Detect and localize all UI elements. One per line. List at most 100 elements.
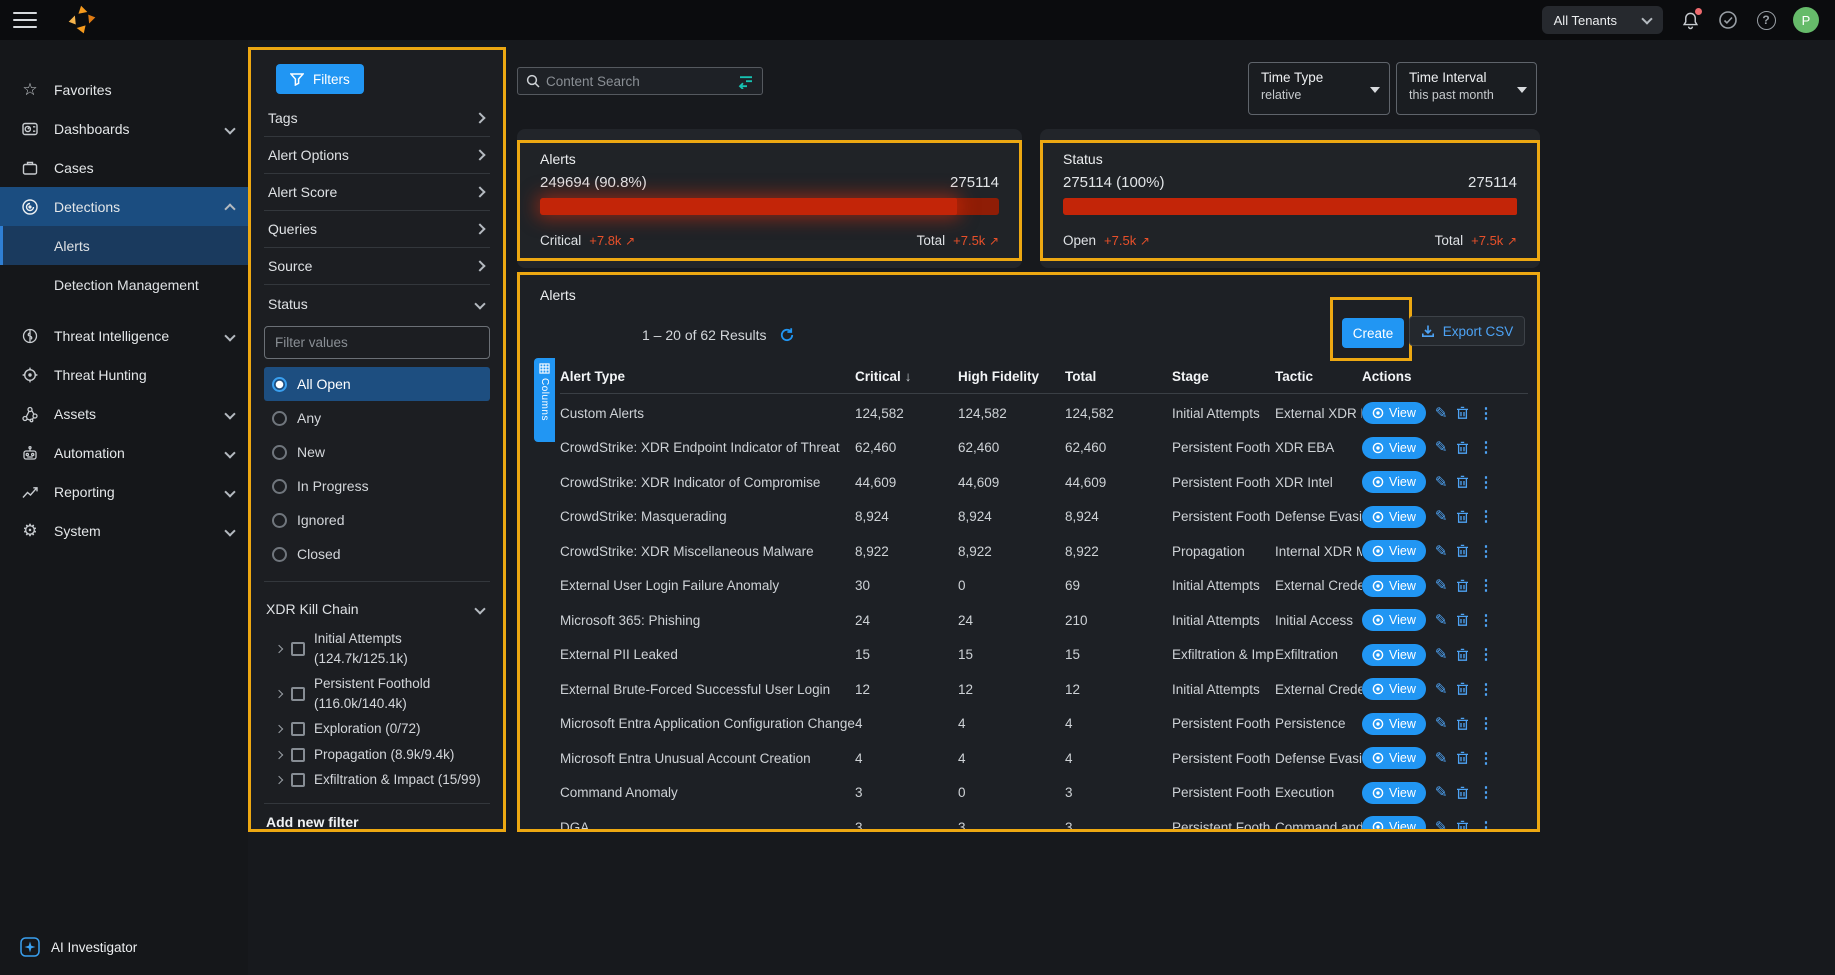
sidebar-item-dashboards[interactable]: Dashboards: [0, 109, 248, 148]
columns-tab[interactable]: Columns: [534, 358, 555, 442]
time-interval-dropdown[interactable]: Time Interval this past month: [1396, 62, 1537, 115]
checkbox-icon[interactable]: [291, 773, 305, 787]
delete-icon[interactable]: [1456, 648, 1469, 662]
more-actions-icon[interactable]: ⋮: [1478, 716, 1493, 731]
table-row[interactable]: DGA 3 3 3 Persistent Footh Command and C…: [560, 810, 1528, 832]
checkbox-icon[interactable]: [291, 687, 305, 701]
edit-icon[interactable]: ✎: [1435, 820, 1448, 832]
more-actions-icon[interactable]: ⋮: [1478, 613, 1493, 628]
status-option-new[interactable]: New: [264, 435, 490, 469]
checkbox-icon[interactable]: [291, 748, 305, 762]
column-header-critical[interactable]: Critical↓: [855, 369, 958, 384]
kill-chain-item-propagation[interactable]: Propagation (8.9k/9.4k): [264, 742, 490, 768]
status-option-closed[interactable]: Closed: [264, 537, 490, 571]
sidebar-item-threat-hunting[interactable]: Threat Hunting: [0, 355, 248, 394]
sidebar-item-detections[interactable]: Detections: [0, 187, 248, 226]
kill-chain-item-exfiltration-impact[interactable]: Exfiltration & Impact (15/99): [264, 767, 490, 793]
table-row[interactable]: Microsoft Entra Application Configuratio…: [560, 707, 1528, 742]
more-actions-icon[interactable]: ⋮: [1478, 475, 1493, 490]
more-actions-icon[interactable]: ⋮: [1478, 820, 1493, 832]
table-row[interactable]: CrowdStrike: XDR Endpoint Indicator of T…: [560, 431, 1528, 466]
edit-icon[interactable]: ✎: [1435, 509, 1448, 524]
delete-icon[interactable]: [1456, 441, 1469, 455]
status-option-all-open[interactable]: All Open: [264, 367, 490, 401]
delete-icon[interactable]: [1456, 682, 1469, 696]
sidebar-item-alerts[interactable]: Alerts: [0, 226, 248, 265]
delete-icon[interactable]: [1456, 475, 1469, 489]
filter-section-queries[interactable]: Queries: [264, 211, 490, 248]
edit-icon[interactable]: ✎: [1435, 440, 1448, 455]
expander-icon[interactable]: [275, 750, 283, 758]
table-row[interactable]: Microsoft 365: Phishing 24 24 210 Initia…: [560, 603, 1528, 638]
filter-values-input[interactable]: [264, 326, 490, 359]
user-avatar[interactable]: P: [1793, 7, 1819, 33]
view-button[interactable]: View: [1362, 471, 1426, 493]
table-row[interactable]: CrowdStrike: XDR Miscellaneous Malware 8…: [560, 534, 1528, 569]
more-actions-icon[interactable]: ⋮: [1478, 751, 1493, 766]
expander-icon[interactable]: [275, 725, 283, 733]
view-button[interactable]: View: [1362, 644, 1426, 666]
table-row[interactable]: CrowdStrike: XDR Indicator of Compromise…: [560, 465, 1528, 500]
edit-icon[interactable]: ✎: [1435, 578, 1448, 593]
query-builder-icon[interactable]: [737, 74, 754, 89]
sidebar-item-ai-investigator[interactable]: AI Investigator: [20, 937, 137, 957]
view-button[interactable]: View: [1362, 747, 1426, 769]
filter-section-xdr-kill-chain[interactable]: XDR Kill Chain: [264, 592, 490, 626]
more-actions-icon[interactable]: ⋮: [1478, 682, 1493, 697]
status-option-ignored[interactable]: Ignored: [264, 503, 490, 537]
more-actions-icon[interactable]: ⋮: [1478, 578, 1493, 593]
edit-icon[interactable]: ✎: [1435, 647, 1448, 662]
edit-icon[interactable]: ✎: [1435, 544, 1448, 559]
view-button[interactable]: View: [1362, 402, 1426, 424]
refresh-icon[interactable]: [779, 327, 795, 343]
view-button[interactable]: View: [1362, 575, 1426, 597]
sidebar-item-favorites[interactable]: ☆ Favorites: [0, 70, 248, 109]
view-button[interactable]: View: [1362, 506, 1426, 528]
delete-icon[interactable]: [1456, 820, 1469, 832]
tasks-button[interactable]: [1717, 9, 1739, 31]
more-actions-icon[interactable]: ⋮: [1478, 406, 1493, 421]
status-option-any[interactable]: Any: [264, 401, 490, 435]
view-button[interactable]: View: [1362, 816, 1426, 832]
table-row[interactable]: External User Login Failure Anomaly 30 0…: [560, 569, 1528, 604]
delete-icon[interactable]: [1456, 579, 1469, 593]
time-type-dropdown[interactable]: Time Type relative: [1248, 62, 1390, 115]
edit-icon[interactable]: ✎: [1435, 751, 1448, 766]
help-button[interactable]: ?: [1755, 9, 1777, 31]
table-row[interactable]: External Brute-Forced Successful User Lo…: [560, 672, 1528, 707]
filter-section-tags[interactable]: Tags: [264, 100, 490, 137]
delete-icon[interactable]: [1456, 717, 1469, 731]
view-button[interactable]: View: [1362, 437, 1426, 459]
sidebar-item-assets[interactable]: Assets: [0, 394, 248, 433]
kill-chain-item-exploration[interactable]: Exploration (0/72): [264, 716, 490, 742]
sidebar-item-automation[interactable]: Automation: [0, 433, 248, 472]
sidebar-item-threat-intelligence[interactable]: Threat Intelligence: [0, 316, 248, 355]
edit-icon[interactable]: ✎: [1435, 785, 1448, 800]
sidebar-item-system[interactable]: ⚙ System: [0, 511, 248, 550]
edit-icon[interactable]: ✎: [1435, 716, 1448, 731]
more-actions-icon[interactable]: ⋮: [1478, 544, 1493, 559]
table-row[interactable]: Command Anomaly 3 0 3 Persistent Footh E…: [560, 776, 1528, 811]
delete-icon[interactable]: [1456, 751, 1469, 765]
tenant-selector[interactable]: All Tenants: [1542, 6, 1663, 34]
expander-icon[interactable]: [275, 776, 283, 784]
search-input[interactable]: [546, 74, 731, 89]
checkbox-icon[interactable]: [291, 722, 305, 736]
table-row[interactable]: External PII Leaked 15 15 15 Exfiltratio…: [560, 638, 1528, 673]
view-button[interactable]: View: [1362, 678, 1426, 700]
table-row[interactable]: Microsoft Entra Unusual Account Creation…: [560, 741, 1528, 776]
edit-icon[interactable]: ✎: [1435, 406, 1448, 421]
expander-icon[interactable]: [275, 644, 283, 652]
delete-icon[interactable]: [1456, 510, 1469, 524]
view-button[interactable]: View: [1362, 540, 1426, 562]
delete-icon[interactable]: [1456, 613, 1469, 627]
menu-icon[interactable]: [13, 12, 37, 28]
column-header-tactic[interactable]: Tactic: [1275, 369, 1362, 384]
delete-icon[interactable]: [1456, 544, 1469, 558]
more-actions-icon[interactable]: ⋮: [1478, 509, 1493, 524]
edit-icon[interactable]: ✎: [1435, 682, 1448, 697]
table-row[interactable]: Custom Alerts 124,582 124,582 124,582 In…: [560, 396, 1528, 431]
column-header-total[interactable]: Total: [1065, 369, 1172, 384]
table-row[interactable]: CrowdStrike: Masquerading 8,924 8,924 8,…: [560, 500, 1528, 535]
view-button[interactable]: View: [1362, 782, 1426, 804]
